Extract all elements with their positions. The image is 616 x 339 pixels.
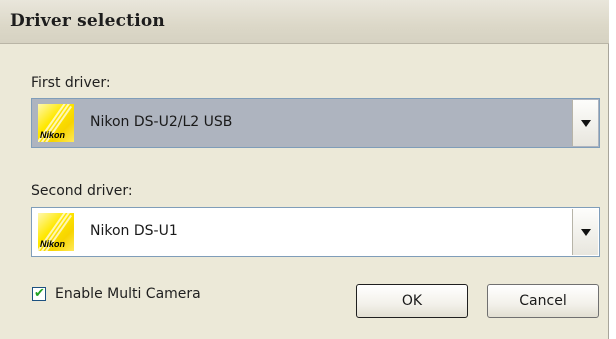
second-driver-dropdown[interactable]: Nikon Nikon DS-U1 [31,207,600,257]
first-driver-value: Nikon DS-U2/L2 USB [90,114,233,130]
nikon-logo-icon: Nikon [38,213,74,251]
dialog-title: Driver selection [10,11,165,31]
driver-selection-dialog: Driver selection First driver: Nikon Nik… [0,0,609,339]
first-driver-dropdown[interactable]: Nikon Nikon DS-U2/L2 USB [31,98,600,148]
nikon-logo-icon: Nikon [38,104,74,142]
second-driver-label: Second driver: [31,183,133,199]
first-driver-label: First driver: [31,75,111,91]
ok-button[interactable]: OK [356,284,468,318]
first-driver-dropdown-button[interactable] [572,100,598,146]
chevron-down-icon [581,229,591,236]
logo-brand-text: Nikon [40,239,66,249]
logo-brand-text: Nikon [40,130,66,140]
enable-multi-camera-label[interactable]: Enable Multi Camera [55,286,201,302]
second-driver-dropdown-button[interactable] [572,209,598,255]
cancel-button[interactable]: Cancel [487,284,599,318]
title-bar[interactable]: Driver selection [0,0,609,44]
checkmark-icon: ✔ [34,286,45,301]
enable-multi-camera-checkbox[interactable]: ✔ [32,286,46,301]
chevron-down-icon [581,120,591,127]
second-driver-value: Nikon DS-U1 [90,223,178,239]
